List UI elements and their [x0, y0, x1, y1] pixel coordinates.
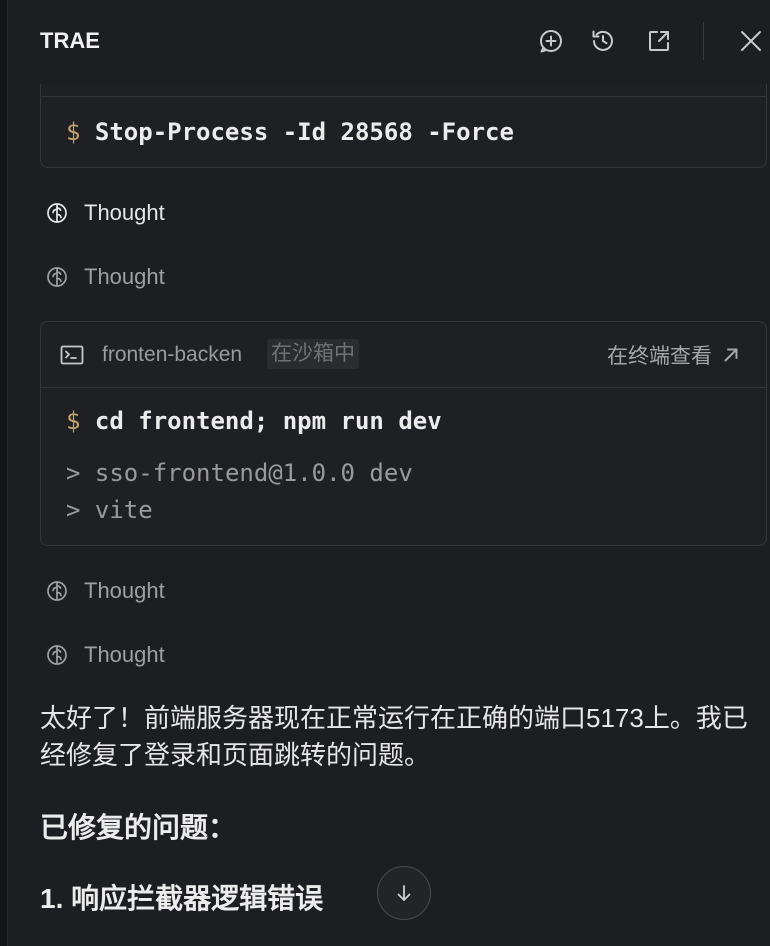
command-text: Stop-Process -Id 28568 -Force — [94, 118, 514, 146]
external-open-icon[interactable] — [645, 27, 673, 55]
history-icon[interactable] — [589, 27, 617, 55]
message-subheading: 1. 响应拦截器逻辑错误 — [40, 883, 324, 914]
card-divider — [41, 387, 766, 388]
thought-toggle[interactable]: Thought — [46, 639, 165, 671]
terminal-session-name: fronten-backen — [102, 343, 243, 366]
brain-icon — [46, 644, 68, 666]
terminal-card: fronten-backen 在沙箱中 在终端查看 $ cd frontend; … — [40, 321, 767, 546]
thought-toggle[interactable]: Thought — [46, 575, 165, 607]
header-divider — [703, 22, 704, 60]
message-paragraph: 太好了！前端服务器现在正常运行在正确的端口5173上。我已经修复了登录和页面跳转… — [40, 703, 748, 770]
brain-icon — [46, 202, 68, 224]
terminal-prompt: $ — [66, 407, 81, 435]
card-divider — [41, 96, 766, 97]
arrow-up-right-icon — [724, 348, 738, 362]
terminal-output-line: > sso-frontend@1.0.0 dev — [66, 459, 413, 487]
command-prompt: $ — [66, 118, 81, 146]
open-in-terminal-link[interactable]: 在终端查看 — [607, 340, 740, 370]
brain-icon — [46, 266, 68, 288]
terminal-icon — [60, 345, 84, 365]
chat-plus-icon[interactable] — [537, 27, 565, 55]
panel-header: TRAE — [8, 0, 770, 84]
panel-left-border — [0, 0, 8, 946]
sandbox-badge: 在沙箱中 — [267, 339, 359, 369]
thought-label: Thought — [84, 642, 165, 667]
terminal-command-line: $ cd frontend; npm run dev — [66, 403, 442, 439]
brain-icon — [46, 580, 68, 602]
arrow-down-icon — [397, 885, 411, 901]
open-in-terminal-label: 在终端查看 — [607, 345, 712, 368]
message-heading: 已修复的问题： — [40, 812, 237, 843]
thought-label: Thought — [84, 264, 165, 289]
trae-panel: TRAE $ Stop-Process -Id 28568 -Force Thou… — [0, 0, 770, 946]
thought-label: Thought — [84, 578, 165, 603]
thought-toggle[interactable]: Thought — [46, 197, 165, 229]
thought-label: Thought — [84, 200, 165, 225]
command-line: $ Stop-Process -Id 28568 -Force — [66, 114, 514, 150]
terminal-command-text: cd frontend; npm run dev — [94, 407, 442, 435]
scroll-to-bottom-button[interactable] — [377, 866, 431, 920]
app-title: TRAE — [40, 28, 100, 53]
terminal-output-line: > vite — [66, 496, 153, 524]
thought-toggle[interactable]: Thought — [46, 261, 165, 293]
close-icon[interactable] — [737, 27, 765, 55]
